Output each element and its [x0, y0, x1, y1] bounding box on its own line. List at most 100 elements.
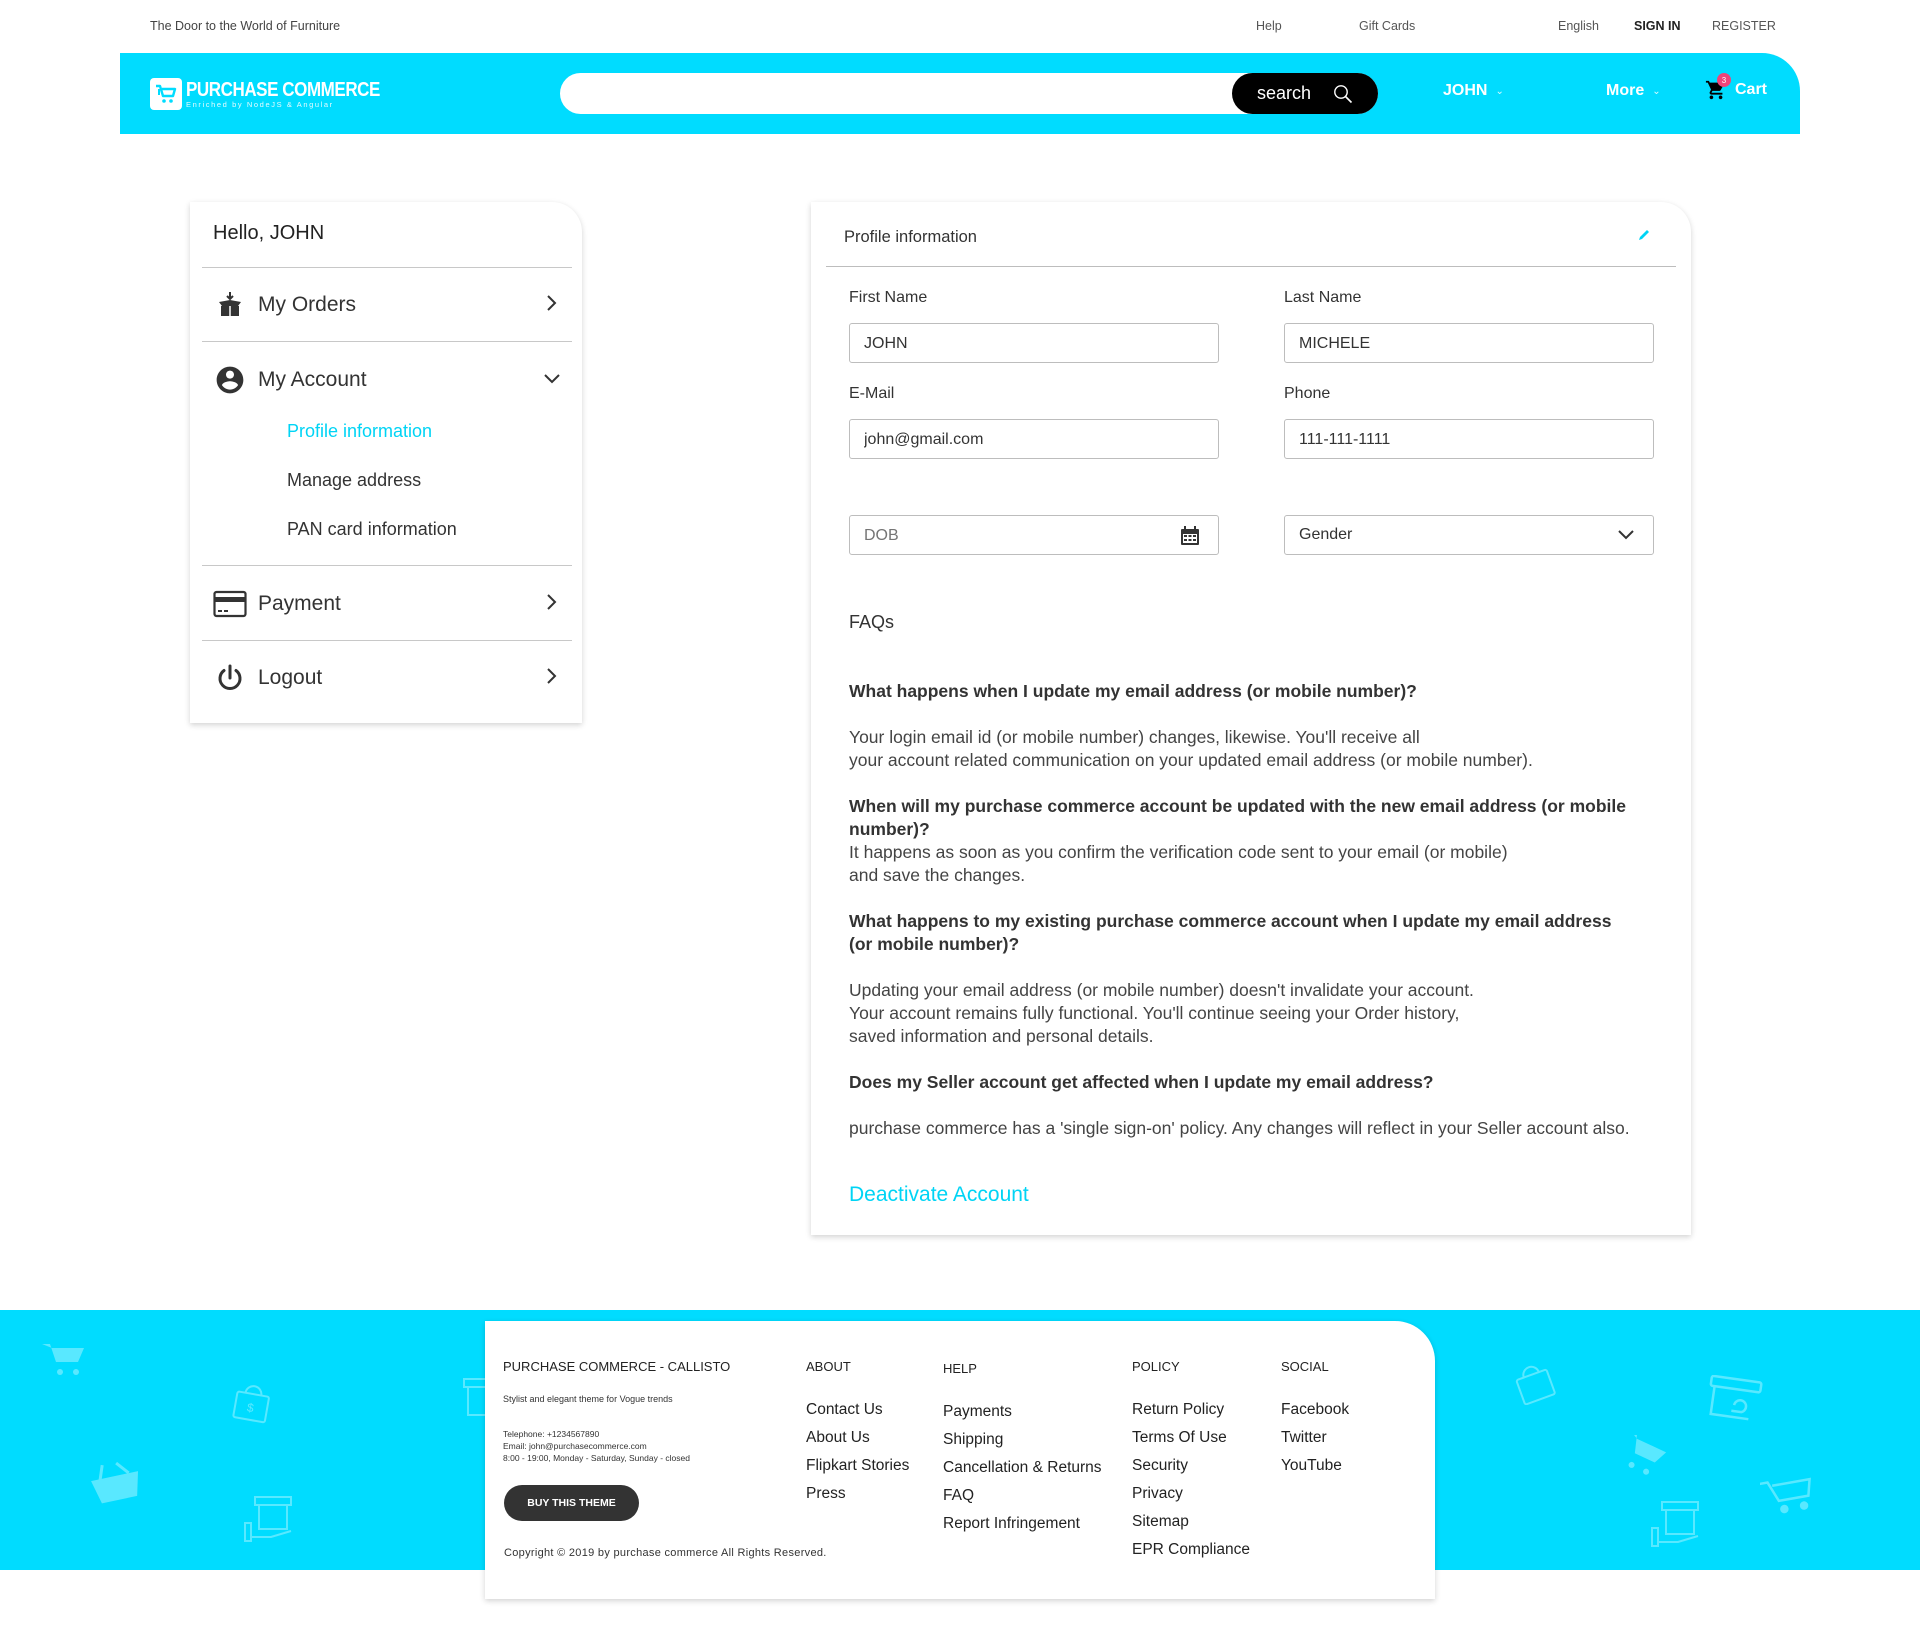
sign-in-link[interactable]: SIGN IN	[1634, 19, 1681, 33]
help-link[interactable]: Help	[1256, 19, 1282, 33]
logo[interactable]: PURCHASE COMMERCE Enriched by NodeJS & A…	[150, 78, 414, 110]
language-selector[interactable]: English	[1558, 19, 1599, 33]
user-menu[interactable]: JOHN ⌄	[1443, 82, 1504, 100]
email-label: E-Mail	[849, 385, 895, 402]
footer-link[interactable]: About Us	[806, 1424, 909, 1452]
faq-question: Does my Seller account get affected when…	[849, 1072, 1434, 1092]
email-input[interactable]	[864, 429, 1164, 451]
copyright: Copyright © 2019 by purchase commerce Al…	[504, 1547, 827, 1559]
footer-column-heading: HELP	[943, 1361, 977, 1376]
shopping-bag-decor-icon	[1515, 1365, 1556, 1405]
sidebar-item-label: Logout	[258, 666, 323, 689]
footer-link[interactable]: Security	[1132, 1452, 1250, 1480]
sidebar-item-logout[interactable]: Logout	[202, 648, 572, 708]
footer-link[interactable]: Terms Of Use	[1132, 1424, 1250, 1452]
faq-answer: Updating your email address (or mobile n…	[849, 980, 1474, 1046]
footer-link[interactable]: YouTube	[1281, 1452, 1349, 1480]
search-input[interactable]	[580, 81, 1240, 106]
footer-email: Email: john@purchasecommerce.com	[503, 1441, 647, 1451]
top-bar: The Door to the World of Furniture Help …	[0, 0, 1920, 52]
footer-hours: 8:00 - 19:00, Monday - Saturday, Sunday …	[503, 1453, 690, 1463]
cart-decor-icon	[1628, 1435, 1667, 1475]
power-icon	[218, 664, 242, 690]
footer-column-help: HELP Payments Shipping Cancellation & Re…	[943, 1361, 1102, 1538]
logo-title: PURCHASE COMMERCE	[186, 78, 380, 101]
sidebar-item-label: My Account	[258, 368, 367, 391]
box-in-hand-decor-icon	[1651, 1501, 1699, 1547]
email-field	[849, 419, 1219, 459]
sidebar-item-label: My Orders	[258, 293, 357, 316]
footer-column-about: ABOUT Contact Us About Us Flipkart Stori…	[806, 1359, 909, 1508]
edit-button[interactable]	[1637, 228, 1651, 247]
phone-label: Phone	[1284, 385, 1331, 402]
register-link[interactable]: REGISTER	[1712, 19, 1776, 33]
footer-telephone: Telephone: +1234567890	[503, 1429, 600, 1439]
cart-button[interactable]: 3 Cart	[1705, 73, 1767, 101]
first-name-label: First Name	[849, 289, 928, 306]
footer-link[interactable]: EPR Compliance	[1132, 1536, 1250, 1564]
basket-decor-icon	[91, 1461, 139, 1504]
search-bar: search	[560, 73, 1378, 114]
first-name-input[interactable]	[864, 333, 1164, 355]
gender-select[interactable]: Gender	[1284, 515, 1654, 555]
phone-field	[1284, 419, 1654, 459]
faq-answer: purchase commerce has a 'single sign-on'…	[849, 1118, 1630, 1138]
last-name-input[interactable]	[1299, 333, 1599, 355]
dob-input[interactable]	[864, 525, 1164, 547]
faq-question: What happens when I update my email addr…	[849, 681, 1417, 701]
footer-column-social: SOCIAL Facebook Twitter YouTube	[1281, 1359, 1349, 1480]
faq-question: When will my purchase commerce account b…	[849, 796, 1626, 839]
footer-link[interactable]: Press	[806, 1480, 909, 1508]
open-box-icon	[219, 292, 241, 316]
footer-link[interactable]: Sitemap	[1132, 1508, 1250, 1536]
footer-link[interactable]: Report Infringement	[943, 1510, 1102, 1538]
shopping-bag-decor-icon: $	[232, 1385, 270, 1424]
calendar-button[interactable]	[1180, 526, 1200, 551]
chevron-right-icon	[547, 294, 557, 311]
submenu-manage-address[interactable]: Manage address	[287, 470, 421, 491]
phone-input[interactable]	[1299, 429, 1599, 451]
footer-link[interactable]: Shipping	[943, 1426, 1102, 1454]
footer-link[interactable]: Facebook	[1281, 1396, 1349, 1424]
chevron-right-icon	[547, 667, 557, 684]
footer-link[interactable]: Return Policy	[1132, 1396, 1250, 1424]
search-button[interactable]: search	[1232, 73, 1378, 114]
footer-tagline: Stylist and elegant theme for Vogue tren…	[503, 1394, 673, 1404]
sidebar-item-payment[interactable]: Payment	[202, 574, 572, 634]
divider	[202, 640, 572, 641]
cart-count-badge: 3	[1717, 73, 1731, 87]
footer-link[interactable]: Payments	[943, 1398, 1102, 1426]
footer-link[interactable]: Twitter	[1281, 1424, 1349, 1452]
more-menu[interactable]: More ⌄	[1606, 82, 1661, 100]
footer-link[interactable]: FAQ	[943, 1482, 1102, 1510]
divider	[826, 266, 1676, 267]
footer-link[interactable]: Privacy	[1132, 1480, 1250, 1508]
first-name-field	[849, 323, 1219, 363]
divider	[202, 565, 572, 566]
sidebar-item-my-account[interactable]: My Account	[202, 350, 572, 410]
submenu-profile-information[interactable]: Profile information	[287, 421, 432, 442]
profile-card: Profile information First Name Last Name…	[811, 202, 1691, 1235]
footer: PURCHASE COMMERCE - CALLISTO Stylist and…	[485, 1321, 1435, 1599]
gender-selected-value: Gender	[1299, 526, 1353, 543]
gift-cards-link[interactable]: Gift Cards	[1359, 19, 1415, 33]
dob-field	[849, 515, 1219, 555]
page: The Door to the World of Furniture Help …	[0, 0, 1920, 1632]
logo-subtitle: Enriched by NodeJS & Angular	[186, 99, 334, 109]
chevron-down-icon: ⌄	[1495, 85, 1504, 97]
deactivate-account-link[interactable]: Deactivate Account	[849, 1183, 1029, 1207]
sidebar-item-my-orders[interactable]: My Orders	[202, 275, 572, 335]
faq-answer: Your login email id (or mobile number) c…	[849, 727, 1533, 770]
footer-link[interactable]: Cancellation & Returns	[943, 1454, 1102, 1482]
submenu-pan-card-information[interactable]: PAN card information	[287, 519, 457, 540]
chevron-down-icon	[544, 374, 560, 384]
footer-link[interactable]: Contact Us	[806, 1396, 909, 1424]
footer-link[interactable]: Flipkart Stories	[806, 1452, 909, 1480]
chevron-down-icon: ⌄	[1652, 85, 1661, 97]
faq-answer: It happens as soon as you confirm the ve…	[849, 842, 1508, 885]
buy-theme-button[interactable]: BUY THIS THEME	[504, 1485, 639, 1521]
search-button-label: search	[1256, 83, 1312, 103]
greeting: Hello, JOHN	[213, 222, 325, 244]
credit-card-icon	[213, 590, 247, 618]
calendar-icon	[1181, 526, 1199, 545]
